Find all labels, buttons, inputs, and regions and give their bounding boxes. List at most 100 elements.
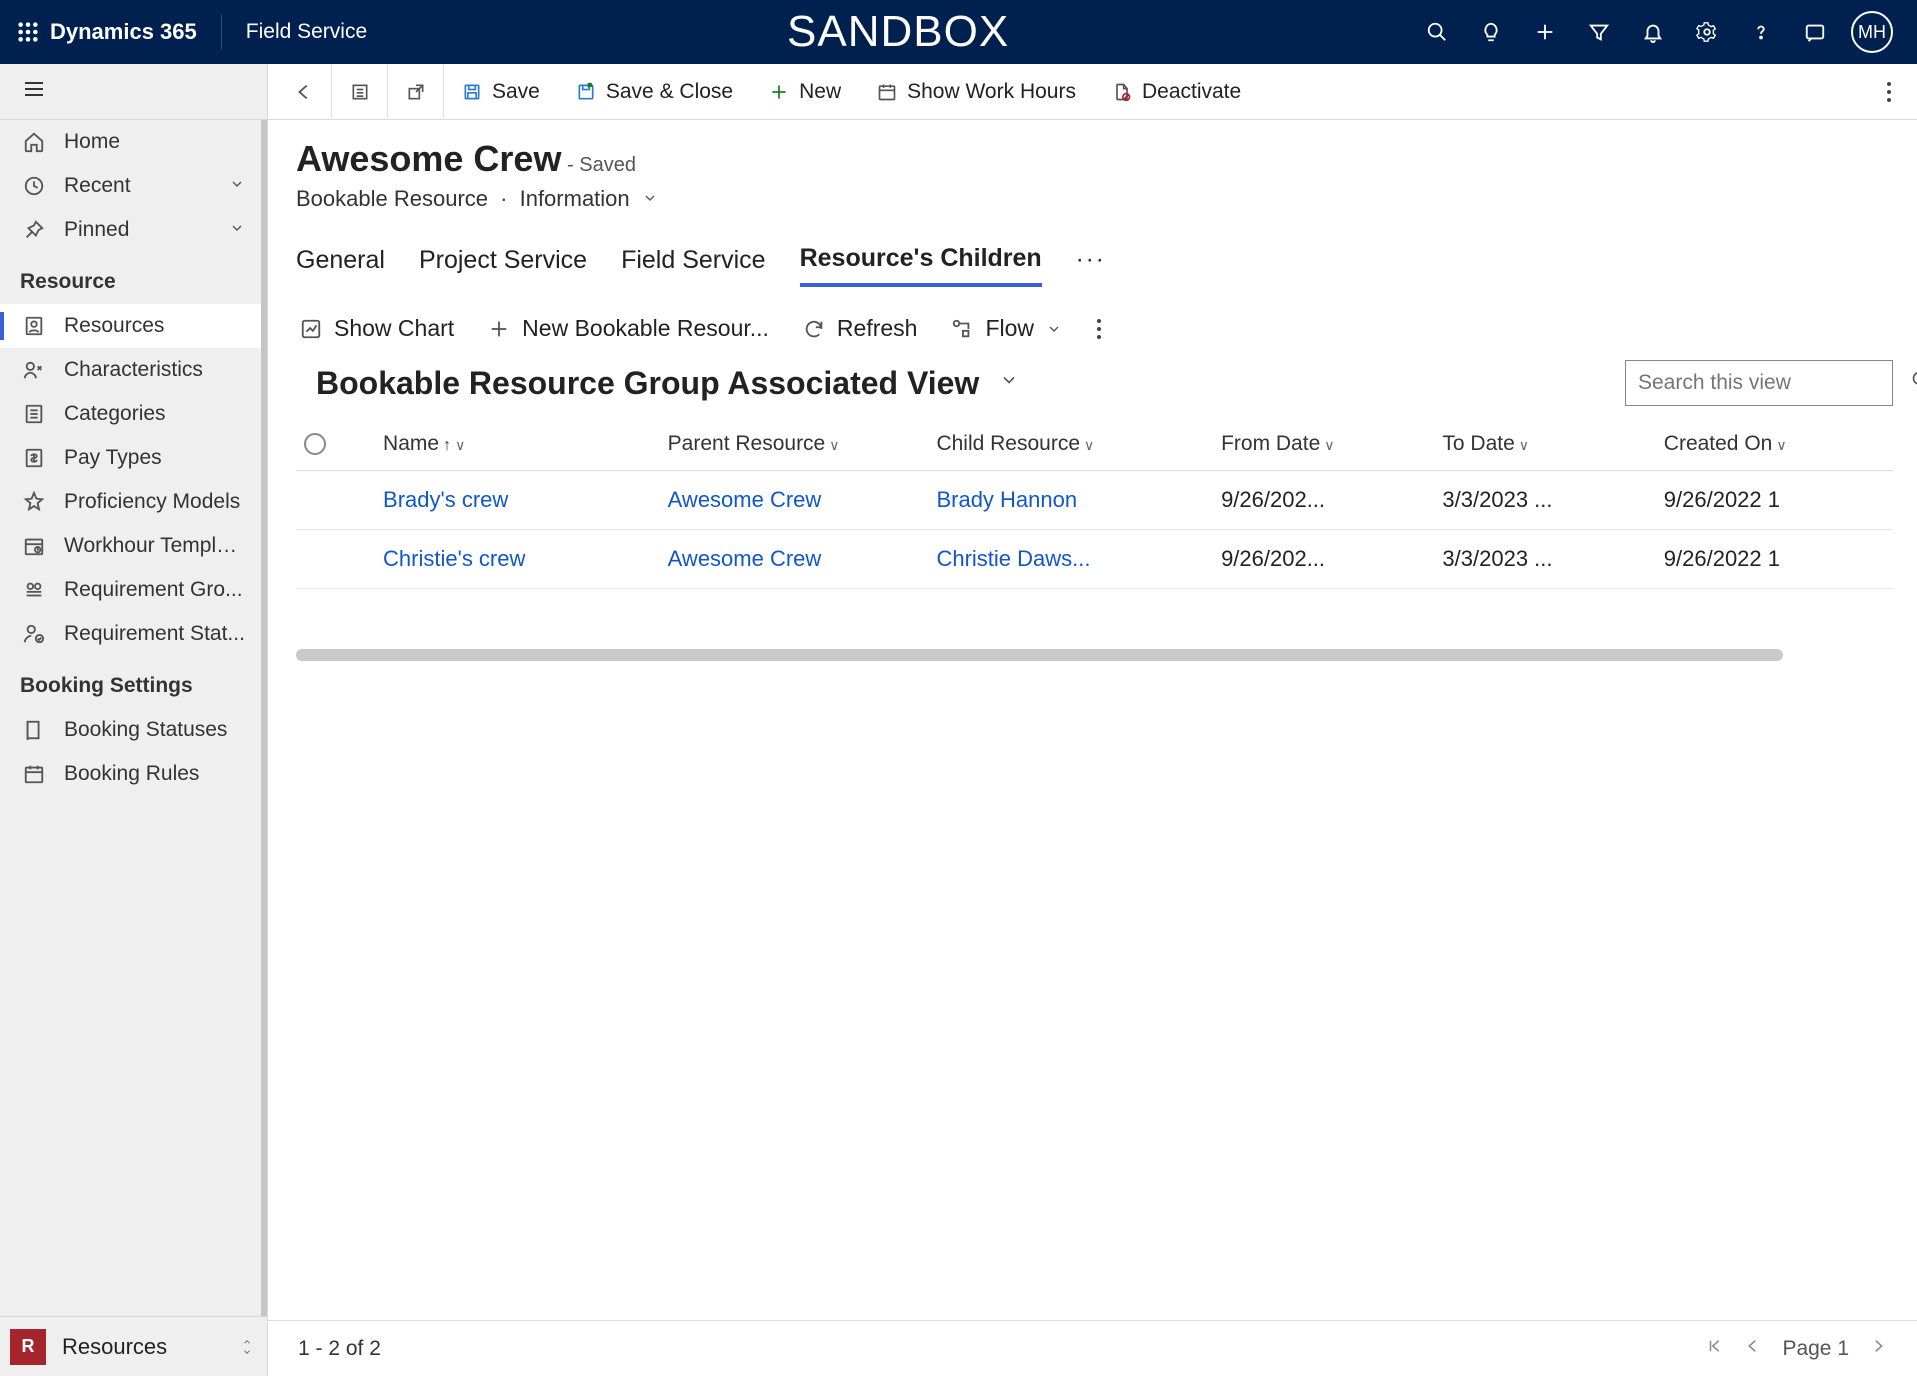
record-title: Awesome Crew: [296, 138, 561, 180]
nav-workhour-templates[interactable]: Workhour Templa...: [0, 524, 261, 568]
sidebar-toggle-icon[interactable]: [22, 77, 46, 107]
show-hours-label: Show Work Hours: [907, 80, 1076, 104]
nav-booking-statuses[interactable]: Booking Statuses: [0, 708, 261, 752]
deactivate-button[interactable]: Deactivate: [1094, 64, 1259, 120]
nav-characteristics[interactable]: Characteristics: [0, 348, 261, 392]
col-from[interactable]: From Date∨: [1213, 418, 1434, 471]
refresh-button[interactable]: Refresh: [803, 315, 918, 342]
gear-icon[interactable]: [1689, 14, 1725, 50]
filter-icon[interactable]: [1581, 14, 1617, 50]
view-selector-chevron-icon[interactable]: [999, 370, 1019, 396]
save-button[interactable]: Save: [444, 64, 558, 120]
col-created[interactable]: Created On∨: [1656, 418, 1893, 471]
back-button[interactable]: [276, 64, 332, 120]
cell-parent[interactable]: Awesome Crew: [660, 471, 929, 530]
module-name[interactable]: Field Service: [236, 20, 377, 44]
help-icon[interactable]: [1743, 14, 1779, 50]
cell-to: 3/3/2023 ...: [1434, 530, 1655, 589]
tab-resources-children[interactable]: Resource's Children: [800, 238, 1042, 287]
chevron-down-icon[interactable]: [642, 186, 658, 211]
app-launcher-icon[interactable]: [10, 14, 46, 50]
search-input[interactable]: [1636, 370, 1911, 396]
nav-proficiency[interactable]: Proficiency Models: [0, 480, 261, 524]
prev-page-icon[interactable]: [1744, 1337, 1762, 1361]
open-record-set-icon[interactable]: [332, 64, 388, 120]
nav-recent-label: Recent: [64, 174, 211, 198]
table-row[interactable]: Christie's crew Awesome Crew Christie Da…: [296, 530, 1893, 589]
nav-pinned-label: Pinned: [64, 218, 211, 242]
area-switcher[interactable]: R Resources: [0, 1316, 267, 1376]
cell-from: 9/26/202...: [1213, 471, 1434, 530]
bell-icon[interactable]: [1635, 14, 1671, 50]
horizontal-scrollbar[interactable]: [296, 649, 1783, 661]
grid-footer: 1 - 2 of 2 Page 1: [268, 1320, 1917, 1376]
cell-to: 3/3/2023 ...: [1434, 471, 1655, 530]
save-close-button[interactable]: Save & Close: [558, 64, 751, 120]
plus-icon[interactable]: [1527, 14, 1563, 50]
nav-home-label: Home: [64, 130, 245, 154]
cell-child[interactable]: Brady Hannon: [928, 471, 1213, 530]
area-label: Resources: [62, 1334, 223, 1360]
show-work-hours-button[interactable]: Show Work Hours: [859, 64, 1094, 120]
nav-resources[interactable]: Resources: [0, 304, 261, 348]
record-save-status: - Saved: [567, 154, 636, 176]
show-chart-button[interactable]: Show Chart: [300, 315, 454, 342]
nav-item-label: Categories: [64, 402, 245, 426]
nav-requirement-statuses[interactable]: Requirement Stat...: [0, 612, 261, 656]
site-map: Home Recent Pinned Resource Resources Ch…: [0, 64, 268, 1376]
row-count: 1 - 2 of 2: [298, 1337, 381, 1361]
cell-child[interactable]: Christie Daws...: [928, 530, 1213, 589]
assistant-icon[interactable]: [1797, 14, 1833, 50]
col-parent[interactable]: Parent Resource∨: [660, 418, 929, 471]
area-badge: R: [10, 1329, 46, 1365]
cell-created: 9/26/2022 1: [1656, 530, 1893, 589]
nav-item-label: Proficiency Models: [64, 490, 245, 514]
nav-home[interactable]: Home: [0, 120, 261, 164]
lightbulb-icon[interactable]: [1473, 14, 1509, 50]
user-avatar[interactable]: MH: [1851, 11, 1893, 53]
next-page-icon[interactable]: [1869, 1337, 1887, 1361]
nav-recent[interactable]: Recent: [0, 164, 261, 208]
nav-item-label: Requirement Gro...: [64, 578, 245, 602]
search-view[interactable]: [1625, 360, 1893, 406]
nav-categories[interactable]: Categories: [0, 392, 261, 436]
first-page-icon[interactable]: [1706, 1337, 1724, 1361]
search-icon[interactable]: [1911, 370, 1917, 396]
nav-booking-rules[interactable]: Booking Rules: [0, 752, 261, 796]
table-row[interactable]: Brady's crew Awesome Crew Brady Hannon 9…: [296, 471, 1893, 530]
col-name[interactable]: Name↑∨: [375, 418, 660, 471]
environment-label: SANDBOX: [787, 7, 1009, 57]
deactivate-label: Deactivate: [1142, 80, 1241, 104]
col-child[interactable]: Child Resource∨: [928, 418, 1213, 471]
subgrid-command-bar: Show Chart New Bookable Resour... Refres…: [296, 315, 1893, 342]
tab-project-service[interactable]: Project Service: [419, 240, 587, 285]
new-row-button[interactable]: New Bookable Resour...: [488, 315, 769, 342]
tab-field-service[interactable]: Field Service: [621, 240, 766, 285]
subgrid-overflow-icon[interactable]: [1096, 318, 1102, 340]
search-icon[interactable]: [1419, 14, 1455, 50]
cell-name[interactable]: Brady's crew: [375, 471, 660, 530]
flow-button[interactable]: Flow: [951, 315, 1062, 342]
popout-icon[interactable]: [388, 64, 444, 120]
nav-requirement-groups[interactable]: Requirement Gro...: [0, 568, 261, 612]
form-area: Save Save & Close New Show Work Hours De…: [268, 64, 1917, 1376]
command-overflow-icon[interactable]: [1869, 64, 1909, 120]
nav-pay-types[interactable]: Pay Types: [0, 436, 261, 480]
form-command-bar: Save Save & Close New Show Work Hours De…: [268, 64, 1917, 120]
col-to[interactable]: To Date∨: [1434, 418, 1655, 471]
cell-name[interactable]: Christie's crew: [375, 530, 660, 589]
nav-item-label: Workhour Templa...: [64, 534, 245, 558]
select-all[interactable]: [296, 418, 375, 471]
new-label: New: [799, 80, 841, 104]
tab-overflow-icon[interactable]: ···: [1076, 246, 1106, 280]
refresh-label: Refresh: [837, 315, 918, 342]
cell-parent[interactable]: Awesome Crew: [660, 530, 929, 589]
form-tabs: General Project Service Field Service Re…: [296, 238, 1893, 287]
nav-pinned[interactable]: Pinned: [0, 208, 261, 252]
new-button[interactable]: New: [751, 64, 859, 120]
product-brand[interactable]: Dynamics 365: [46, 19, 207, 45]
tab-general[interactable]: General: [296, 240, 385, 285]
show-chart-label: Show Chart: [334, 315, 454, 342]
form-name[interactable]: Information: [520, 186, 630, 211]
view-title[interactable]: Bookable Resource Group Associated View: [316, 365, 979, 402]
